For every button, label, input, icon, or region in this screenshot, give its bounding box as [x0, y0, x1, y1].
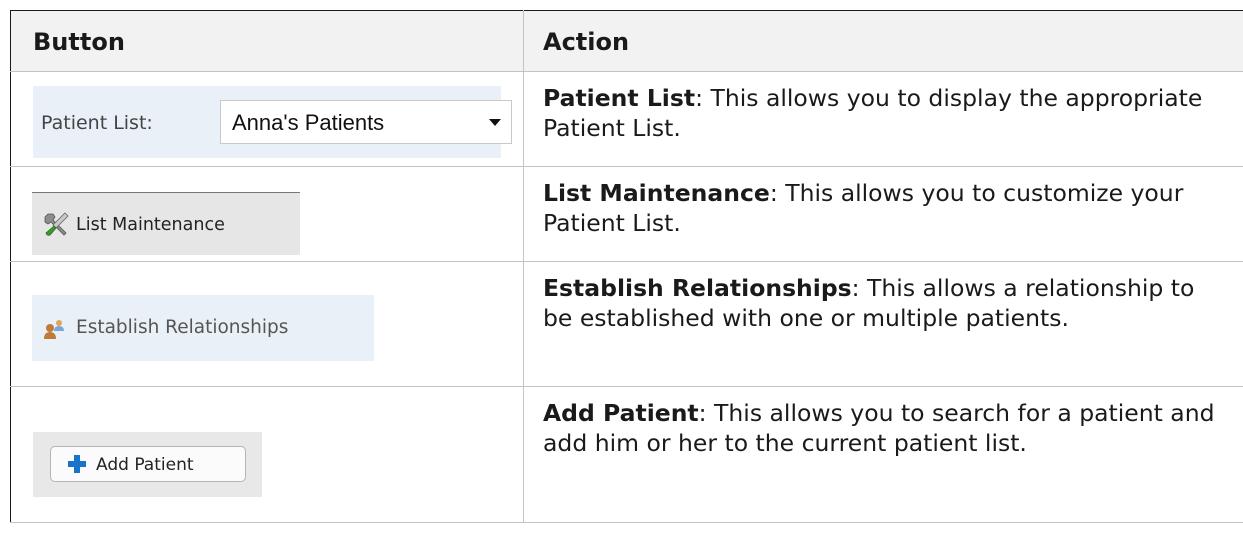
- plus-icon: [68, 455, 86, 473]
- action-text: Patient List: This allows you to display…: [524, 72, 1243, 143]
- caret-down-icon: [489, 119, 501, 126]
- action-term: Patient List: [543, 84, 696, 112]
- action-text: Add Patient: This allows you to search f…: [524, 387, 1243, 458]
- header-action: Action: [523, 10, 1243, 72]
- add-patient-label: Add Patient: [96, 455, 194, 475]
- document-page: Button Action Patient List: This allows …: [0, 0, 1243, 548]
- establish-relationships-button[interactable]: Establish Relationships: [32, 295, 374, 361]
- add-patient-widget: Add Patient: [33, 432, 262, 497]
- action-term: Add Patient: [543, 399, 699, 427]
- action-cell: Patient List: This allows you to display…: [523, 71, 1243, 167]
- tools-icon: [44, 212, 69, 236]
- patient-list-label: Patient List:: [41, 112, 153, 134]
- action-cell: Establish Relationships: This allows a r…: [523, 261, 1243, 387]
- action-cell: List Maintenance: This allows you to cus…: [523, 166, 1243, 262]
- action-text: Establish Relationships: This allows a r…: [524, 262, 1243, 333]
- patient-list-dropdown[interactable]: Anna's Patients: [220, 100, 512, 144]
- patient-list-widget: Patient List: Anna's Patients: [33, 86, 512, 158]
- action-term: Establish Relationships: [543, 274, 852, 302]
- action-text: List Maintenance: This allows you to cus…: [524, 167, 1243, 238]
- add-patient-button[interactable]: Add Patient: [50, 446, 246, 482]
- relationship-icon: [44, 320, 64, 339]
- list-maintenance-label: List Maintenance: [76, 215, 225, 235]
- header-button: Button: [10, 10, 524, 72]
- action-term: List Maintenance: [543, 179, 770, 207]
- establish-relationships-label: Establish Relationships: [76, 317, 289, 338]
- action-cell: Add Patient: This allows you to search f…: [523, 386, 1243, 523]
- patient-list-selected-value: Anna's Patients: [232, 110, 385, 135]
- table-header-row: Button Action: [10, 10, 1243, 72]
- list-maintenance-button[interactable]: List Maintenance: [32, 192, 300, 255]
